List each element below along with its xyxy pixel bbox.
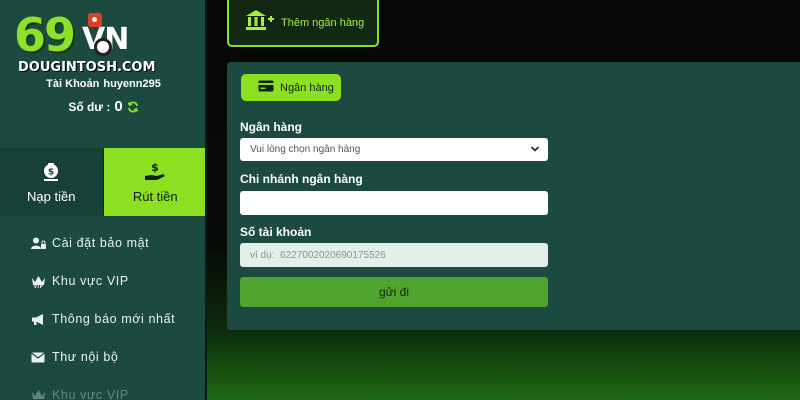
menu-item-label: Khu vực VIP	[52, 274, 129, 288]
menu-item-label: Thông báo mới nhất	[52, 312, 176, 326]
balance-label: Số dư :	[68, 100, 111, 114]
credit-card-icon	[258, 79, 274, 97]
vip-crown-icon: VIP	[30, 273, 46, 289]
svg-text:VIP: VIP	[33, 284, 42, 288]
balance-line: Số dư :0	[0, 98, 205, 116]
bank-field-label: Ngân hàng	[240, 120, 302, 134]
add-bank-label: Thêm ngân hàng	[281, 16, 365, 29]
account-number-input[interactable]	[240, 243, 548, 267]
menu-item-vip[interactable]: VIP Khu vực VIP	[0, 262, 205, 300]
menu-item-vip-secondary[interactable]: Khu vực VIP	[0, 376, 205, 400]
bank-tab-button[interactable]: Ngân hàng	[241, 74, 341, 101]
logo-domain: DOUGINTOSH.COM	[18, 60, 156, 75]
withdraw-label: Rút tiền	[132, 188, 178, 204]
submit-button[interactable]: gửi đi	[240, 277, 548, 307]
bank-tab-label: Ngân hàng	[280, 81, 334, 94]
balance-value: 0	[114, 98, 123, 115]
menu-item-label: Thư nội bộ	[52, 350, 119, 364]
account-username: huyenn295	[103, 78, 161, 90]
deposit-label: Nạp tiền	[27, 188, 76, 204]
menu-item-announcements[interactable]: Thông báo mới nhất	[0, 300, 205, 338]
money-bag-icon: $	[40, 161, 62, 183]
svg-text:$: $	[48, 167, 54, 177]
branch-input[interactable]	[240, 191, 548, 215]
withdraw-button[interactable]: $ Rút tiền	[103, 148, 205, 216]
dice-icon	[88, 13, 102, 27]
bank-add-icon	[245, 8, 275, 37]
account-label: Tài Khoản	[46, 78, 100, 90]
chevron-down-icon	[530, 144, 540, 157]
branch-field-label: Chi nhánh ngân hàng	[240, 172, 363, 186]
sidebar-menu: Cài đặt bảo mật VIP Khu vực VIP Thông bá…	[0, 224, 205, 400]
account-number-label: Số tài khoản	[240, 225, 312, 239]
account-line: Tài Khoản huyenn295	[0, 78, 205, 90]
bank-select[interactable]: Vui lòng chọn ngân hàng	[240, 138, 548, 161]
menu-item-security[interactable]: Cài đặt bảo mật	[0, 224, 205, 262]
menu-item-inbox[interactable]: Thư nội bộ	[0, 338, 205, 376]
menu-item-label: Khu vực VIP	[52, 388, 129, 400]
svg-text:$: $	[151, 161, 159, 174]
menu-item-label: Cài đặt bảo mật	[52, 236, 150, 250]
deposit-button[interactable]: $ Nạp tiền	[0, 148, 104, 216]
bank-select-value: Vui lòng chọn ngân hàng	[250, 144, 361, 155]
envelope-icon	[30, 349, 46, 365]
vip-crown-icon	[30, 387, 46, 400]
user-lock-icon	[30, 235, 46, 251]
logo-number: 69	[14, 8, 76, 62]
brand-area: 69 VN DOUGINTOSH.COM Tài Khoảnhuyenn295 …	[0, 0, 205, 148]
sidebar: 69 VN DOUGINTOSH.COM Tài Khoảnhuyenn295 …	[0, 0, 207, 400]
logo[interactable]: 69 VN DOUGINTOSH.COM	[10, 8, 180, 76]
add-bank-tab[interactable]: Thêm ngân hàng	[227, 0, 379, 47]
hand-money-icon: $	[143, 161, 167, 183]
megaphone-icon	[30, 311, 46, 327]
bank-form-panel: Ngân hàng Ngân hàng Vui lòng chọn ngân h…	[227, 62, 800, 330]
wallet-actions: $ Nạp tiền $ Rút tiền	[0, 148, 205, 216]
refresh-icon[interactable]	[127, 101, 139, 116]
soccer-ball-icon	[94, 38, 112, 56]
